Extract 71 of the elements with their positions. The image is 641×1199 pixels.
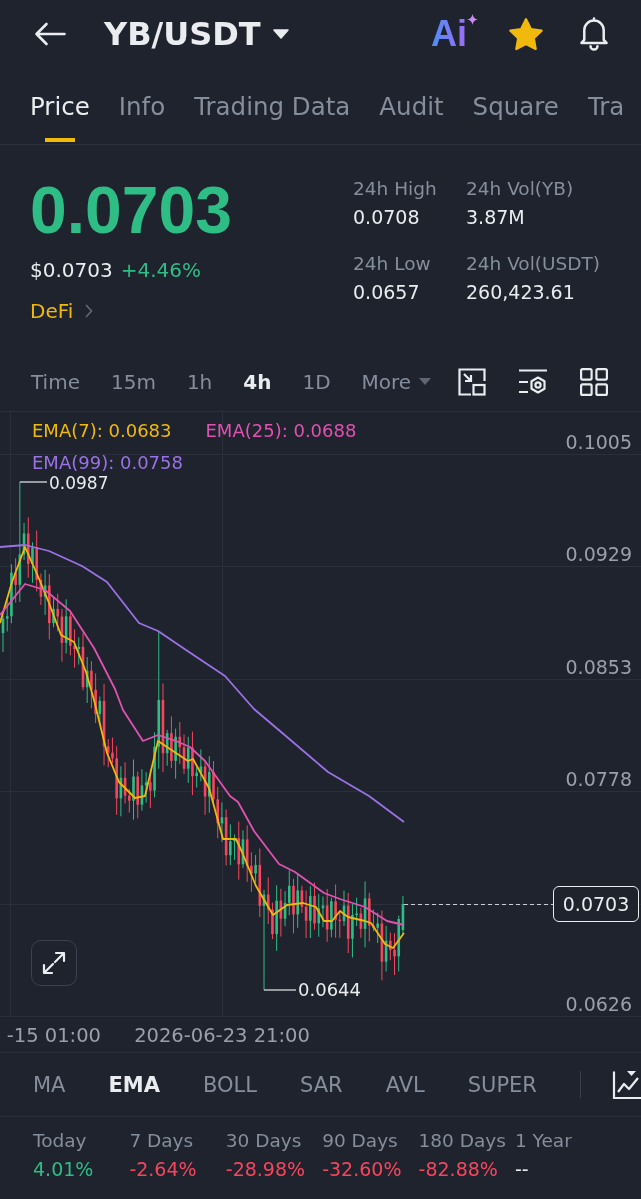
- list-hexagon-icon[interactable]: [518, 367, 548, 396]
- period-change: -82.88%: [418, 1157, 498, 1181]
- caret-icon[interactable]: [272, 29, 289, 39]
- indicator-value: EMA(7): 0.0683: [32, 422, 172, 440]
- float-window-icon[interactable]: [458, 367, 486, 396]
- axis-label: 0.0778: [565, 768, 632, 790]
- back-icon[interactable]: [34, 22, 66, 46]
- leader-line: [19, 481, 48, 483]
- pair-title[interactable]: YB/USDT: [104, 14, 261, 54]
- low-price-label: 0.0644: [298, 979, 361, 1000]
- period-change: 4.01%: [33, 1157, 94, 1181]
- indicator-tab[interactable]: BOLL: [203, 1071, 257, 1098]
- time-axis-label: -15 01:00: [6, 1024, 101, 1047]
- indicator-value: EMA(25): 0.0688: [205, 422, 357, 440]
- expand-icon: [42, 951, 66, 975]
- indicator-tab[interactable]: SAR: [299, 1071, 343, 1098]
- tab[interactable]: Trading Data: [194, 68, 351, 144]
- stat-value: 0.0708: [353, 206, 420, 228]
- indicator-tab[interactable]: MA: [33, 1071, 66, 1098]
- period-label: Today: [33, 1129, 87, 1153]
- line-chart-icon[interactable]: [611, 1069, 641, 1100]
- indicator-value: EMA(99): 0.0758: [32, 454, 183, 472]
- star-icon[interactable]: [509, 17, 543, 51]
- stat-label: 24h Low: [353, 253, 431, 275]
- period-change: -28.98%: [225, 1157, 306, 1181]
- more-menu-button[interactable]: More: [361, 369, 432, 394]
- price-change: +4.46%: [120, 258, 201, 282]
- leader-line: [263, 989, 297, 991]
- expand-button[interactable]: [31, 940, 77, 986]
- fiat-price: $0.0703: [30, 258, 113, 282]
- grid-icon[interactable]: [580, 367, 608, 396]
- stat-value: 0.0657: [353, 281, 420, 303]
- stat-label: 24h High: [353, 178, 437, 200]
- period-change: --: [514, 1157, 529, 1181]
- tab[interactable]: Audit: [379, 68, 444, 144]
- bell-icon[interactable]: [580, 17, 608, 51]
- stat-label: 24h Vol(YB): [466, 178, 574, 200]
- period-label: 1 Year: [514, 1129, 572, 1153]
- time-axis-label: 2026-06-23 21:00: [134, 1024, 310, 1047]
- period-label: 90 Days: [322, 1129, 398, 1153]
- period-label: 180 Days: [418, 1129, 506, 1153]
- axis-label: 0.0626: [565, 993, 632, 1015]
- interval-tab[interactable]: 15m: [110, 369, 156, 394]
- caret-icon: [419, 377, 432, 386]
- period-change: -32.60%: [322, 1157, 402, 1181]
- current-price-tag: 0.0703: [553, 886, 639, 922]
- indicator-tab[interactable]: SUPER: [467, 1071, 537, 1098]
- interval-tab[interactable]: 4h: [243, 369, 272, 394]
- axis-label: 0.1005: [565, 431, 632, 453]
- axis-label: 0.0853: [565, 656, 632, 678]
- tab[interactable]: Info: [118, 68, 166, 144]
- stat-label: 24h Vol(USDT): [466, 253, 601, 275]
- period-label: 7 Days: [129, 1129, 194, 1153]
- tab[interactable]: Price: [30, 68, 90, 144]
- sparkle-icon: [467, 14, 478, 25]
- last-price: 0.0703: [30, 177, 232, 243]
- stat-value: 260,423.61: [466, 281, 575, 303]
- interval-tab[interactable]: 1D: [302, 369, 331, 394]
- high-price-label: 0.0987: [49, 473, 109, 493]
- interval-tab[interactable]: Time: [31, 369, 80, 394]
- category-link[interactable]: DeFi: [30, 299, 94, 323]
- chevron-icon: [85, 304, 94, 318]
- tab[interactable]: Square: [472, 68, 559, 144]
- interval-tab[interactable]: 1h: [186, 369, 213, 394]
- period-label: 30 Days: [225, 1129, 302, 1153]
- period-change: -2.64%: [129, 1157, 197, 1181]
- indicator-tab[interactable]: AVL: [385, 1071, 425, 1098]
- axis-label: 0.0929: [565, 543, 632, 565]
- stat-value: 3.87M: [466, 206, 525, 228]
- indicator-tab[interactable]: EMA: [108, 1071, 160, 1098]
- tab[interactable]: Tra: [587, 68, 625, 144]
